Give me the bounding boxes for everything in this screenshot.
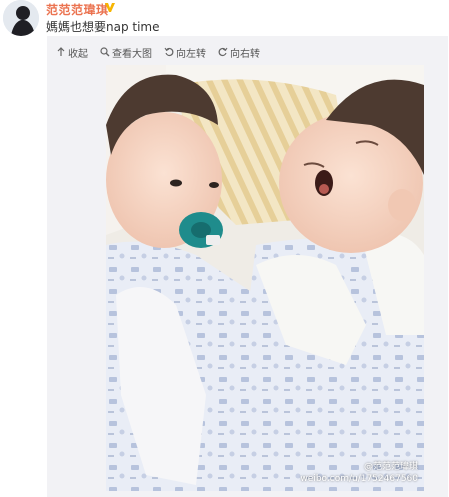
rotate-right-label: 向右转 (230, 48, 260, 60)
rotate-left-label: 向左转 (176, 48, 206, 60)
post-photo[interactable]: @范范范瑋琪 weibo.com/u/1752467560 (106, 65, 424, 491)
collapse-label: 收起 (68, 48, 88, 60)
avatar[interactable] (3, 0, 39, 36)
rotate-right-button[interactable]: 向右转 (218, 45, 260, 60)
view-large-label: 查看大图 (112, 48, 152, 60)
watermark-url: weibo.com/u/1752467560 (300, 474, 418, 484)
rotate-left-icon (164, 47, 174, 57)
collapse-button[interactable]: 收起 (56, 45, 88, 60)
photo-babies-image (106, 65, 424, 491)
media-toolbar: 收起 查看大图 向左转 向右转 (56, 44, 272, 60)
avatar-image (3, 0, 39, 36)
post-text: 媽媽也想要nap time (46, 18, 160, 35)
watermark-name: @范范范瑋琪 (363, 462, 418, 472)
magnifier-icon (100, 47, 110, 57)
collapse-icon (57, 47, 65, 56)
rotate-right-icon (218, 47, 228, 57)
post-text-content: 媽媽也想要nap time (46, 20, 160, 34)
view-large-button[interactable]: 查看大图 (100, 45, 152, 60)
rotate-left-button[interactable]: 向左转 (164, 45, 206, 60)
verified-icon (105, 3, 115, 12)
username-link[interactable]: 范范范瑋琪 (46, 1, 109, 18)
photo-watermark: @范范范瑋琪 weibo.com/u/1752467560 (300, 461, 418, 485)
